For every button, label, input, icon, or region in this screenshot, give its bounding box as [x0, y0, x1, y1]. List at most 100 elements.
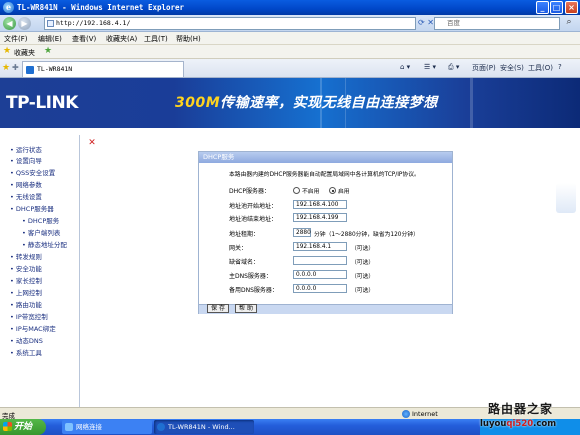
safety-menu[interactable]: 安全(S): [500, 63, 524, 73]
banner-slogan: 300M传输速率，实现无线自由连接梦想: [175, 92, 438, 112]
tab-page-icon: [26, 66, 34, 74]
save-button[interactable]: 保 存: [207, 304, 229, 313]
sidebar-item-client-list[interactable]: • 客户端列表: [22, 227, 60, 237]
dhcp-off-radio[interactable]: [293, 187, 300, 194]
menu-edit[interactable]: 编辑(E): [38, 34, 62, 44]
close-frame-icon[interactable]: ✕: [87, 138, 97, 148]
favorites-star-icon[interactable]: ★: [3, 46, 11, 56]
dhcp-on-radio[interactable]: [329, 187, 336, 194]
gateway-optional: （可选）: [351, 246, 375, 252]
add-favorite-icon[interactable]: ★: [44, 46, 52, 56]
tab-label: TL-WR841N: [37, 65, 73, 73]
home-icon[interactable]: ⌂ ▾: [400, 63, 410, 71]
domain-input[interactable]: [293, 256, 347, 265]
close-button[interactable]: ×: [565, 1, 578, 14]
internet-zone-icon: [402, 410, 410, 418]
tab-router[interactable]: TL-WR841N: [22, 61, 184, 77]
lease-label: 地址租期：: [229, 231, 260, 238]
minimize-button[interactable]: _: [536, 1, 549, 14]
search-placeholder: 百度: [447, 19, 460, 27]
tp-link-logo: TP-LINK: [6, 93, 78, 113]
menu-view[interactable]: 查看(V): [72, 34, 96, 44]
domain-label: 缺省域名：: [229, 259, 260, 266]
sidebar-item-static-address[interactable]: • 静态地址分配: [22, 239, 67, 249]
sidebar-item-bandwidth[interactable]: • IP带宽控制: [10, 311, 48, 321]
sidebar-item-routing[interactable]: • 路由功能: [10, 299, 42, 309]
sidebar-item-access-control[interactable]: • 上网控制: [10, 287, 42, 297]
sidebar-item-qss[interactable]: • QSS安全设置: [10, 167, 55, 177]
network-connections-icon: [65, 423, 73, 431]
sidebar-item-ddns[interactable]: • 动态DNS: [10, 335, 43, 345]
slogan-highlight: 300M: [175, 95, 221, 111]
sidebar-item-security[interactable]: • 安全功能: [10, 263, 42, 273]
menu-favorites[interactable]: 收藏夹(A): [106, 34, 137, 44]
refresh-stop-icons[interactable]: ⟳ ✕: [418, 18, 434, 27]
page-icon: [47, 20, 54, 27]
dhcp-server-label: DHCP服务器：: [229, 188, 270, 195]
primary-dns-label: 主DNS服务器：: [229, 273, 272, 280]
print-icon[interactable]: ⎙ ▾: [448, 63, 459, 72]
sidebar-item-wizard[interactable]: • 设置向导: [10, 155, 42, 165]
primary-dns-input[interactable]: 0.0.0.0: [293, 270, 347, 279]
forward-button[interactable]: ▶: [18, 17, 31, 30]
sidebar-item-parental[interactable]: • 家长控制: [10, 275, 42, 285]
sidebar-item-dhcp-service[interactable]: • DHCP服务: [22, 215, 59, 225]
ie-icon: e: [3, 2, 14, 13]
help-menu[interactable]: ?: [558, 63, 562, 71]
sidebar-item-ip-mac[interactable]: • IP与MAC绑定: [10, 323, 56, 333]
feeds-icon[interactable]: ☰ ▾: [424, 63, 436, 71]
zone-label: Internet: [412, 410, 438, 418]
search-input[interactable]: 百度: [434, 17, 560, 30]
pool-end-input[interactable]: 192.168.4.199: [293, 213, 347, 222]
pool-start-label: 地址池开始地址：: [229, 203, 278, 210]
menu-help[interactable]: 帮助(H): [176, 34, 201, 44]
domain-optional: （可选）: [351, 260, 375, 266]
primary-dns-optional: （可选）: [351, 274, 375, 280]
sidebar-item-network[interactable]: • 网络参数: [10, 179, 42, 189]
side-decoration: [556, 183, 576, 213]
lease-input[interactable]: 2880: [293, 228, 311, 237]
search-icon[interactable]: ⌕: [562, 17, 576, 30]
tools-menu[interactable]: 工具(O): [528, 63, 553, 73]
panel-description: 本路由器内建的DHCP服务器能自动配置局域网中各计算机的TCP/IP协议。: [229, 172, 420, 178]
address-url: http://192.168.4.1/: [56, 19, 131, 27]
window-title: TL-WR841N - Windows Internet Explorer: [17, 3, 185, 12]
sidebar-item-dhcp[interactable]: • DHCP服务器: [10, 203, 54, 213]
start-label: 开始: [14, 422, 33, 432]
sidebar-item-forwarding[interactable]: • 转发规则: [10, 251, 42, 261]
gateway-input[interactable]: 192.168.4.1: [293, 242, 347, 251]
dhcp-panel: DHCP服务 本路由器内建的DHCP服务器能自动配置局域网中各计算机的TCP/I…: [198, 151, 453, 314]
menu-tools[interactable]: 工具(T): [144, 34, 168, 44]
page-menu[interactable]: 页面(P): [472, 63, 496, 73]
taskbar-item-network[interactable]: 网络连接: [62, 420, 152, 434]
banner: TP-LINK 300M传输速率，实现无线自由连接梦想: [0, 78, 580, 128]
slogan-text: 传输速率，实现无线自由连接梦想: [220, 95, 438, 111]
help-button[interactable]: 帮 助: [235, 304, 257, 313]
panel-title: DHCP服务: [199, 152, 452, 163]
page-content: TP-LINK 300M传输速率，实现无线自由连接梦想 • 运行状态 • 设置向…: [0, 78, 580, 407]
address-row: ◀ ▶ http://192.168.4.1/ ⟳ ✕ 百度 ⌕: [0, 15, 580, 32]
tab-bar: ★ ✚ TL-WR841N ⌂ ▾ ☰ ▾ ⎙ ▾ 页面(P) 安全(S) 工具…: [0, 59, 580, 78]
dhcp-off-label: 不启用: [302, 189, 320, 195]
sidebar-item-status[interactable]: • 运行状态: [10, 144, 42, 154]
address-input[interactable]: http://192.168.4.1/: [44, 17, 416, 30]
back-button[interactable]: ◀: [3, 17, 16, 30]
gateway-label: 网关：: [229, 245, 248, 252]
window-title-bar[interactable]: e TL-WR841N - Windows Internet Explorer …: [0, 0, 580, 15]
windows-flag-icon: [3, 422, 12, 431]
taskbar-item-browser[interactable]: TL-WR841N - Wind...: [154, 420, 254, 434]
sidebar-item-system-tools[interactable]: • 系统工具: [10, 347, 42, 357]
watermark-url: luyouqi520.com: [480, 419, 557, 429]
watermark-title: 路由器之家: [488, 402, 554, 416]
favorites-bar: ★ 收藏夹 ★: [0, 45, 580, 59]
maximize-button[interactable]: □: [550, 1, 563, 14]
add-favorites-icon[interactable]: ✚: [12, 63, 19, 72]
ie-task-icon: [157, 423, 165, 431]
menu-file[interactable]: 文件(F): [4, 34, 28, 44]
start-button[interactable]: 开始: [0, 419, 46, 435]
secondary-dns-input[interactable]: 0.0.0.0: [293, 284, 347, 293]
favorites-center-icon[interactable]: ★: [2, 63, 10, 73]
favorites-label[interactable]: 收藏夹: [14, 48, 35, 58]
sidebar-item-wireless[interactable]: • 无线设置: [10, 191, 42, 201]
pool-start-input[interactable]: 192.168.4.100: [293, 200, 347, 209]
